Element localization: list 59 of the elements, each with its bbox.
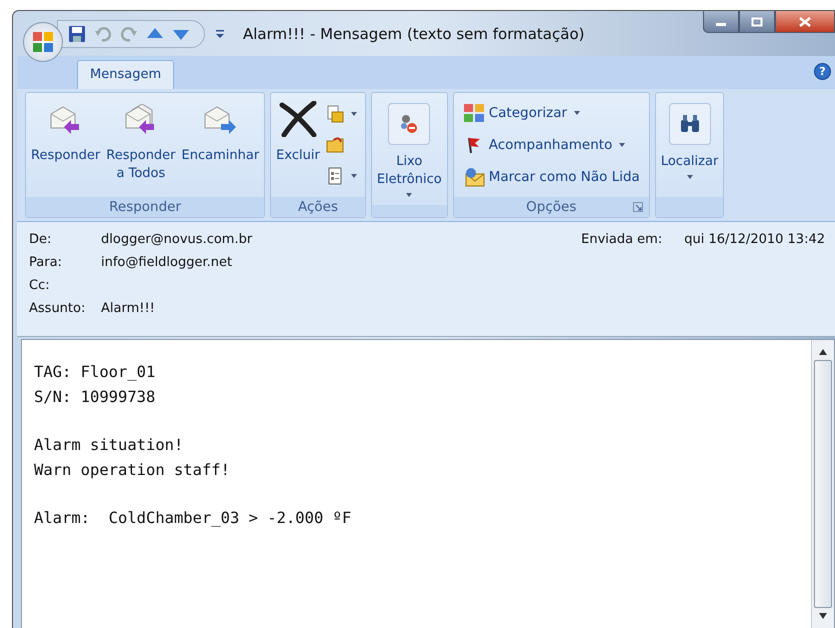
header-label: Assunto: bbox=[29, 301, 86, 317]
sent-date: qui 16/12/2010 13:42 bbox=[684, 232, 825, 248]
header-label: Cc: bbox=[29, 278, 51, 294]
dropdown-arrow-icon bbox=[406, 193, 412, 197]
office-button[interactable] bbox=[23, 22, 63, 62]
document-list-icon bbox=[326, 166, 344, 185]
window-title: Alarm!!! - Mensagem (texto sem formatação) bbox=[243, 24, 584, 42]
scrollbar[interactable] bbox=[811, 340, 834, 628]
group-label-bar bbox=[656, 197, 724, 217]
ribbon-button[interactable]: Encaminhar bbox=[180, 95, 262, 195]
scroll-down-icon[interactable] bbox=[818, 612, 828, 620]
ribbon-menu-button[interactable]: Acompanhamento bbox=[460, 135, 642, 155]
ribbon-tab[interactable]: Mensagem bbox=[77, 60, 174, 89]
header-label: De: bbox=[29, 232, 52, 248]
maximize-icon bbox=[751, 16, 763, 26]
body-text: Alarm situation! bbox=[34, 435, 184, 456]
header-value: Alarm!!! bbox=[101, 301, 156, 317]
body-text: TAG: Floor_01 bbox=[34, 362, 156, 383]
envelope-icon bbox=[462, 167, 485, 187]
ribbon-menu-button[interactable]: Marcar como Não Lida bbox=[460, 167, 642, 187]
up-arrow-icon[interactable] bbox=[146, 26, 164, 40]
dropdown-arrow-icon bbox=[350, 112, 357, 116]
ribbon-menu-button[interactable]: Categorizar bbox=[460, 103, 642, 123]
dropdown-arrow-icon bbox=[350, 174, 357, 178]
customize-menu-icon[interactable] bbox=[215, 28, 225, 40]
group-label: Opções bbox=[526, 199, 576, 215]
ribbon-button[interactable]: Responder bbox=[29, 95, 102, 195]
binoculars-icon bbox=[678, 114, 701, 134]
color-squares-icon bbox=[462, 103, 485, 123]
scroll-thumb[interactable] bbox=[814, 360, 832, 608]
ribbon-button[interactable]: Responder a Todos bbox=[104, 95, 178, 195]
save-icon[interactable] bbox=[68, 24, 86, 42]
close-button[interactable] bbox=[775, 11, 835, 33]
maximize-button[interactable] bbox=[739, 11, 775, 33]
close-icon bbox=[799, 16, 811, 26]
ribbon-button[interactable]: Lixo Eletrônico bbox=[374, 95, 444, 203]
dialog-launcher-icon[interactable] bbox=[632, 202, 643, 212]
documents-icon bbox=[326, 105, 344, 124]
header-value: dlogger@novus.com.br bbox=[101, 232, 252, 248]
ribbon-button[interactable]: Localizar bbox=[658, 95, 720, 195]
dropdown-arrow-icon bbox=[574, 111, 580, 115]
dropdown-arrow-icon bbox=[686, 175, 693, 179]
group-label: Responder bbox=[109, 199, 182, 215]
minimize-button[interactable] bbox=[703, 11, 739, 33]
ribbon-button[interactable]: Excluir bbox=[274, 95, 322, 195]
folder-icon bbox=[326, 136, 344, 154]
header-label: Para: bbox=[29, 255, 63, 271]
body-text: Warn operation staff! bbox=[34, 460, 231, 480]
delete-icon bbox=[278, 101, 318, 137]
sent-label: Enviada em: bbox=[581, 232, 662, 248]
group-label: Ações bbox=[298, 199, 338, 215]
minimize-icon bbox=[716, 23, 726, 26]
body-text: S/N: 10999738 bbox=[34, 386, 156, 408]
body-text: Alarm: ColdChamber_03 > -2.000 ºF bbox=[34, 508, 352, 529]
envelope-right-arrow-icon bbox=[203, 104, 238, 134]
scroll-up-icon[interactable] bbox=[818, 348, 828, 356]
dropdown-arrow-icon bbox=[619, 143, 626, 147]
header-value: info@fieldlogger.net bbox=[101, 255, 234, 271]
help-button[interactable]: ? bbox=[814, 63, 831, 80]
